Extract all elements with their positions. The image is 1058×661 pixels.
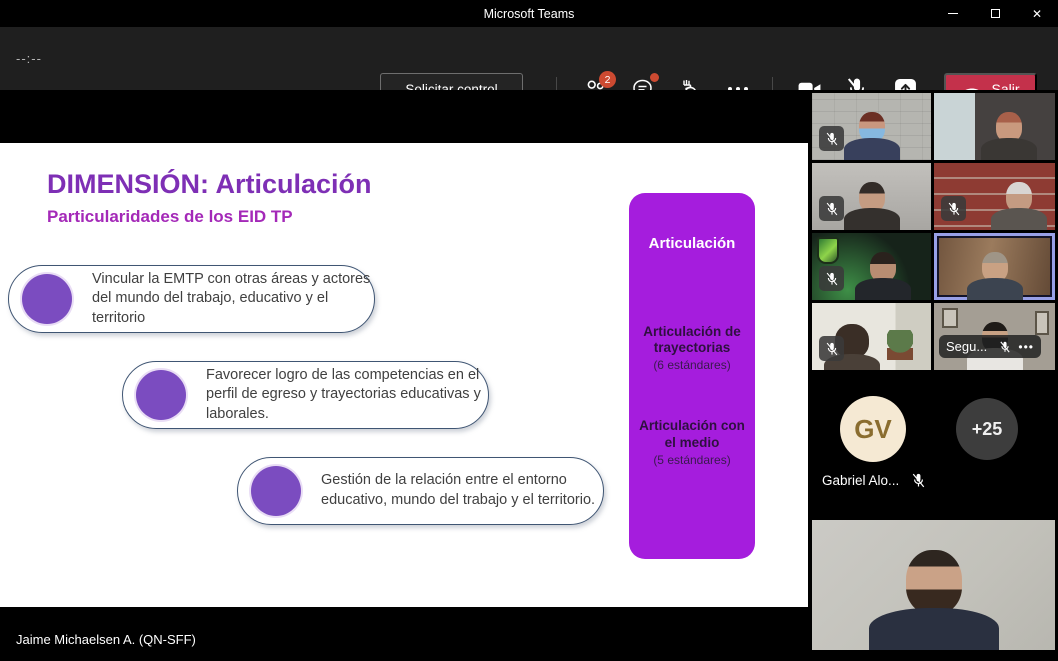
slide-subtitle: Particularidades de los EID TP (47, 207, 293, 227)
slide-title: DIMENSIÓN: Articulación (47, 169, 372, 200)
muted-mic-badge (819, 266, 844, 291)
dimension-panel: Articulación Articulación de trayectoria… (629, 193, 755, 559)
participant-video-tile[interactable] (812, 93, 931, 160)
bullet-dot-icon (22, 274, 72, 324)
bullet-dot-icon (251, 466, 301, 516)
muted-mic-badge (819, 196, 844, 221)
window-controls: ✕ (932, 0, 1058, 27)
avatar-row: GV +25 Gabriel Alo... (808, 390, 1058, 510)
call-toolbar: --:-- Solicitar control 2 (0, 27, 1058, 90)
bullet-text-1: Vincular la EMTP con otras áreas y actor… (92, 270, 374, 329)
participants-sidebar: Segu... ••• GV +25 Gabriel Alo... (808, 90, 1058, 661)
more-participants-count: +25 (972, 419, 1003, 440)
wall-frame-decor (942, 308, 958, 328)
close-icon: ✕ (1032, 7, 1042, 21)
participant-video-tile[interactable]: Segu... ••• (934, 303, 1055, 370)
shared-screen-stage: DIMENSIÓN: Articulación Particularidades… (0, 90, 808, 661)
teams-window: Microsoft Teams ✕ --:-- Solicitar contro… (0, 0, 1058, 661)
avatar-participant-name: Gabriel Alo... (822, 473, 899, 488)
bullet-pill-3: Gestión de la relación entre el entorno … (237, 457, 604, 525)
participants-count-badge: 2 (599, 71, 616, 88)
self-view-video[interactable] (812, 520, 1055, 650)
panel-item-title: Articulación de trayectorias (629, 324, 755, 356)
participant-video-tile[interactable] (812, 163, 931, 230)
muted-mic-badge (819, 336, 844, 361)
video-tile-grid: Segu... ••• (812, 93, 1055, 370)
bullet-text-3: Gestión de la relación entre el entorno … (321, 471, 603, 510)
participant-avatar[interactable]: GV (840, 396, 906, 462)
school-crest-logo (817, 237, 839, 264)
participant-video-tile[interactable] (934, 93, 1055, 160)
panel-item-2: Articulación con el medio (5 estándares) (629, 418, 755, 466)
plant-decor (887, 330, 913, 360)
panel-item-title: Articulación con el medio (629, 418, 755, 450)
window-title: Microsoft Teams (0, 7, 1058, 21)
minimize-button[interactable] (932, 0, 974, 27)
more-participants-avatar[interactable]: +25 (956, 398, 1018, 460)
muted-mic-badge (819, 126, 844, 151)
close-button[interactable]: ✕ (1016, 0, 1058, 27)
panel-item-subtitle: (6 estándares) (629, 358, 755, 372)
panel-header: Articulación (629, 235, 755, 252)
muted-mic-icon (911, 472, 926, 489)
participant-video-tile[interactable] (934, 163, 1055, 230)
bullet-pill-1: Vincular la EMTP con otras áreas y actor… (8, 265, 375, 333)
titlebar: Microsoft Teams ✕ (0, 0, 1058, 27)
tile-more-options-button[interactable]: ••• (1018, 340, 1034, 354)
panel-item-subtitle: (5 estándares) (629, 453, 755, 467)
chat-notification-dot (650, 73, 659, 82)
presentation-slide: DIMENSIÓN: Articulación Particularidades… (0, 143, 808, 607)
presenter-name-label: Jaime Michaelsen A. (QN-SFF) (16, 632, 196, 647)
avatar-name-row: Gabriel Alo... (822, 472, 926, 489)
wall-frame-decor (1035, 311, 1049, 335)
panel-item-1: Articulación de trayectorias (6 estándar… (629, 324, 755, 372)
call-timer: --:-- (16, 27, 42, 90)
participant-video-tile[interactable] (812, 233, 931, 300)
participant-name-pill: Segu... ••• (939, 335, 1041, 358)
bullet-dot-icon (136, 370, 186, 420)
avatar-initials: GV (854, 414, 892, 445)
participant-video-tile[interactable] (812, 303, 931, 370)
muted-mic-icon (999, 340, 1011, 354)
maximize-button[interactable] (974, 0, 1016, 27)
participant-name: Segu... (946, 339, 992, 354)
muted-mic-badge (941, 196, 966, 221)
minimize-icon (948, 13, 958, 14)
bullet-text-2: Favorecer logro de las competencias en e… (206, 366, 488, 425)
active-speaker-video-tile[interactable] (934, 233, 1055, 300)
maximize-icon (991, 9, 1000, 18)
bullet-pill-2: Favorecer logro de las competencias en e… (122, 361, 489, 429)
